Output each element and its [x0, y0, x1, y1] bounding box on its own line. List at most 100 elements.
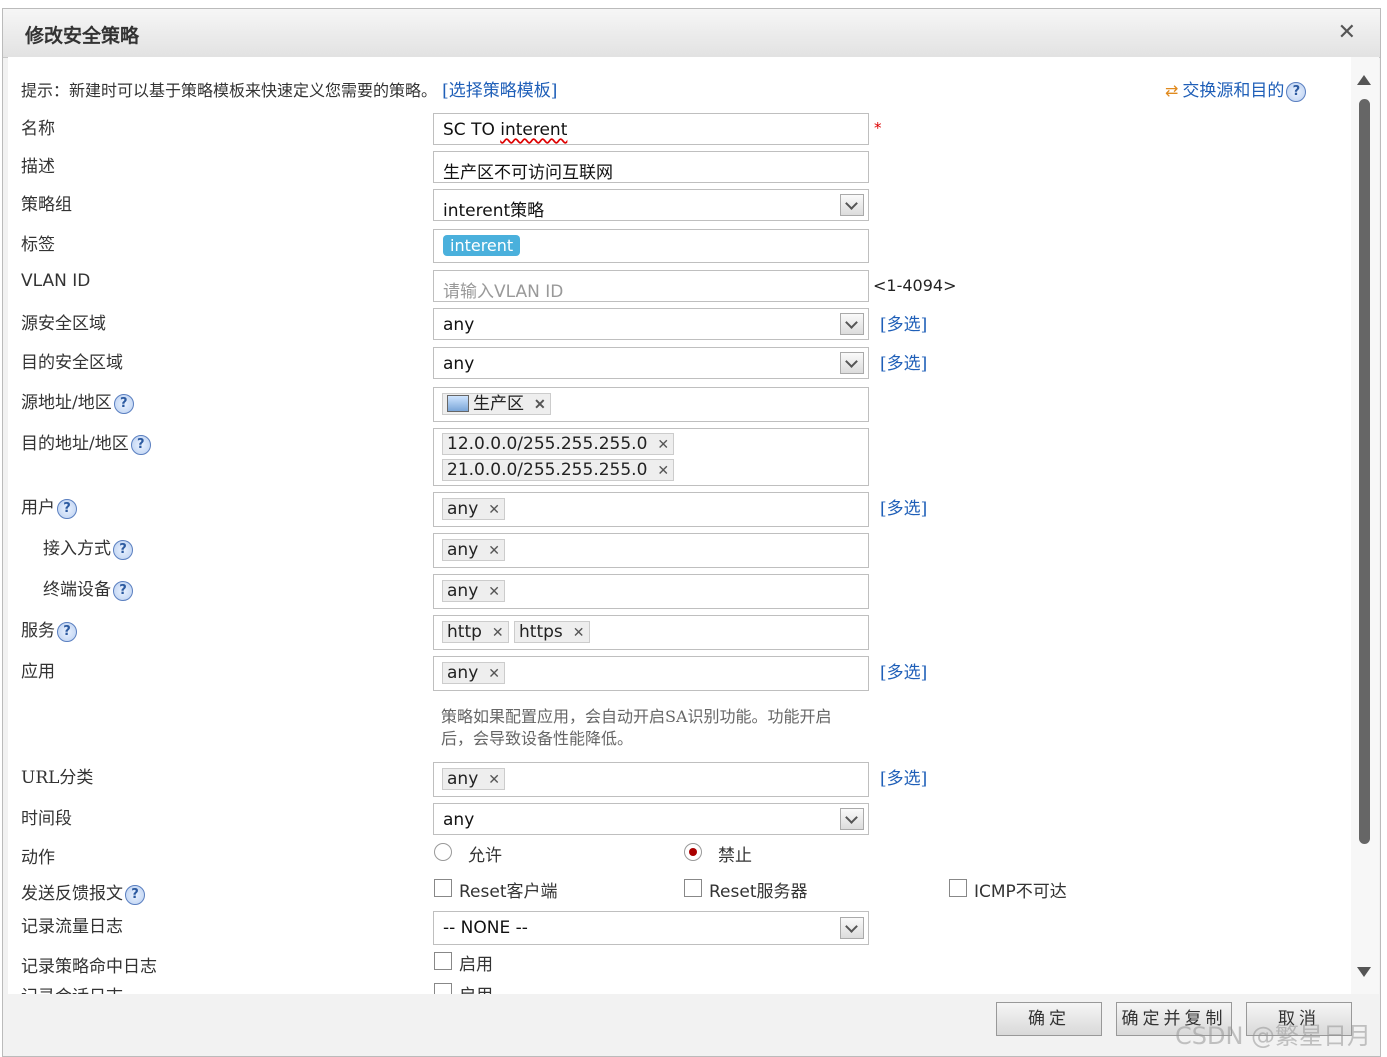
remove-icon[interactable]: ✕ [488, 772, 500, 788]
hit-log-label: 记录策略命中日志 [21, 957, 157, 977]
swap-src-dst-link[interactable]: 交换源和目的 [1182, 81, 1284, 101]
hit-log-option[interactable]: 启用 [459, 950, 493, 975]
computer-icon [447, 395, 469, 412]
dst-addr-chip[interactable]: 12.0.0.0/255.255.255.0 ✕ [442, 433, 675, 455]
remove-icon[interactable]: ✕ [488, 666, 500, 682]
tag-input[interactable]: interent [433, 229, 869, 263]
remove-icon[interactable]: ✕ [657, 437, 669, 453]
dst-addr-input[interactable]: 12.0.0.0/255.255.255.0 ✕ 21.0.0.0/255.255… [433, 428, 869, 486]
remove-icon[interactable]: ✕ [534, 397, 546, 413]
application-chip[interactable]: any ✕ [442, 662, 505, 684]
icmp-unreachable-checkbox[interactable] [949, 879, 967, 897]
help-icon[interactable]: ? [57, 498, 77, 519]
remove-icon[interactable]: ✕ [573, 625, 585, 641]
src-zone-multi-link[interactable]: [多选] [880, 310, 927, 335]
terminal-chip-label: any [447, 581, 479, 601]
action-deny-radio[interactable] [684, 843, 702, 861]
access-method-chip-label: any [447, 540, 479, 560]
src-addr-chip[interactable]: 生产区 ✕ [442, 393, 551, 415]
ok-and-copy-button[interactable]: 确定并复制 [1116, 1002, 1232, 1036]
terminal-input[interactable]: any ✕ [433, 574, 869, 609]
chevron-down-icon[interactable] [840, 313, 864, 335]
chevron-down-icon[interactable] [840, 194, 864, 216]
dst-zone-multi-link[interactable]: [多选] [880, 349, 927, 374]
help-icon[interactable]: ? [57, 621, 77, 642]
vlan-input[interactable]: 请输入VLAN ID [433, 270, 869, 302]
src-addr-input[interactable]: 生产区 ✕ [433, 387, 869, 422]
select-template-link[interactable]: [选择策略模板] [442, 81, 557, 101]
remove-icon[interactable]: ✕ [488, 502, 500, 518]
description-value: 生产区不可访问互联网 [443, 163, 613, 183]
hit-log-checkbox[interactable] [434, 952, 452, 970]
src-zone-select[interactable]: any [433, 308, 869, 340]
dst-addr-label-text: 目的地址/地区 [21, 434, 129, 454]
url-category-multi-link[interactable]: [多选] [880, 764, 927, 789]
terminal-label-text: 终端设备 [43, 580, 111, 600]
chevron-down-icon[interactable] [840, 808, 864, 830]
user-input[interactable]: any ✕ [433, 492, 869, 527]
policy-group-select[interactable]: interent策略 [433, 189, 869, 221]
access-method-chip[interactable]: any ✕ [442, 539, 505, 561]
scroll-down-icon[interactable] [1357, 967, 1371, 977]
remove-icon[interactable]: ✕ [488, 584, 500, 600]
remove-icon[interactable]: ✕ [492, 625, 504, 641]
service-chip[interactable]: http ✕ [442, 621, 509, 643]
action-allow-radio[interactable] [434, 843, 452, 861]
terminal-chip[interactable]: any ✕ [442, 580, 505, 602]
dst-addr-label: 目的地址/地区? [21, 429, 151, 455]
chevron-down-icon[interactable] [840, 352, 864, 374]
time-range-label: 时间段 [21, 809, 72, 829]
action-deny-label[interactable]: 禁止 [718, 841, 752, 866]
service-input[interactable]: http ✕ https ✕ [433, 615, 869, 650]
help-icon[interactable]: ? [125, 884, 145, 905]
action-allow-label[interactable]: 允许 [468, 841, 502, 866]
user-chip[interactable]: any ✕ [442, 498, 505, 520]
service-chip[interactable]: https ✕ [514, 621, 590, 643]
time-range-select[interactable]: any [433, 803, 869, 835]
scrollbar[interactable] [1351, 57, 1379, 994]
url-category-input[interactable]: any ✕ [433, 762, 869, 797]
icmp-unreachable-label[interactable]: ICMP不可达 [974, 877, 1067, 902]
close-icon[interactable]: ✕ [1338, 20, 1356, 45]
tag-chip[interactable]: interent [443, 235, 521, 256]
chevron-down-icon[interactable] [840, 917, 864, 939]
scroll-up-icon[interactable] [1357, 75, 1371, 85]
description-input[interactable]: 生产区不可访问互联网 [433, 151, 869, 183]
application-multi-link[interactable]: [多选] [880, 658, 927, 683]
help-icon[interactable]: ? [113, 393, 134, 414]
traffic-log-select[interactable]: -- NONE -- [433, 911, 869, 945]
session-log-checkbox[interactable] [434, 983, 452, 994]
dialog-titlebar: 修改安全策略 ✕ [3, 9, 1380, 58]
application-input[interactable]: any ✕ [433, 656, 869, 691]
name-value-misspelled: interent [500, 120, 568, 140]
dst-addr-chip-label: 12.0.0.0/255.255.255.0 [447, 434, 648, 454]
remove-icon[interactable]: ✕ [657, 463, 669, 479]
policy-group-value: interent策略 [443, 201, 545, 221]
swap-link-wrap[interactable]: ⇄ 交换源和目的? [1165, 76, 1307, 102]
name-input[interactable]: SC TO interent [433, 113, 869, 145]
src-addr-label-text: 源地址/地区 [21, 393, 112, 413]
cancel-button[interactable]: 取消 [1246, 1002, 1352, 1036]
reset-server-checkbox[interactable] [684, 879, 702, 897]
help-icon[interactable]: ? [130, 434, 151, 455]
reset-server-label[interactable]: Reset服务器 [709, 877, 808, 902]
dst-addr-chip[interactable]: 21.0.0.0/255.255.255.0 ✕ [442, 459, 675, 481]
help-icon[interactable]: ? [113, 580, 133, 601]
scrollbar-thumb[interactable] [1359, 99, 1370, 844]
user-label: 用户? [21, 493, 77, 519]
user-multi-link[interactable]: [多选] [880, 494, 927, 519]
url-category-chip-label: any [447, 769, 479, 789]
help-icon[interactable]: ? [113, 539, 133, 560]
application-label: 应用 [21, 662, 55, 682]
access-method-input[interactable]: any ✕ [433, 533, 869, 568]
reset-client-label[interactable]: Reset客户端 [459, 877, 558, 902]
url-category-chip[interactable]: any ✕ [442, 768, 505, 790]
remove-icon[interactable]: ✕ [488, 543, 500, 559]
ok-button[interactable]: 确定 [996, 1002, 1102, 1036]
reset-client-checkbox[interactable] [434, 879, 452, 897]
dst-zone-select[interactable]: any [433, 347, 869, 379]
terminal-label: 终端设备? [43, 575, 133, 601]
help-icon[interactable]: ? [1286, 81, 1307, 102]
tag-label: 标签 [21, 235, 55, 255]
session-log-option[interactable]: 启用 [459, 981, 493, 994]
